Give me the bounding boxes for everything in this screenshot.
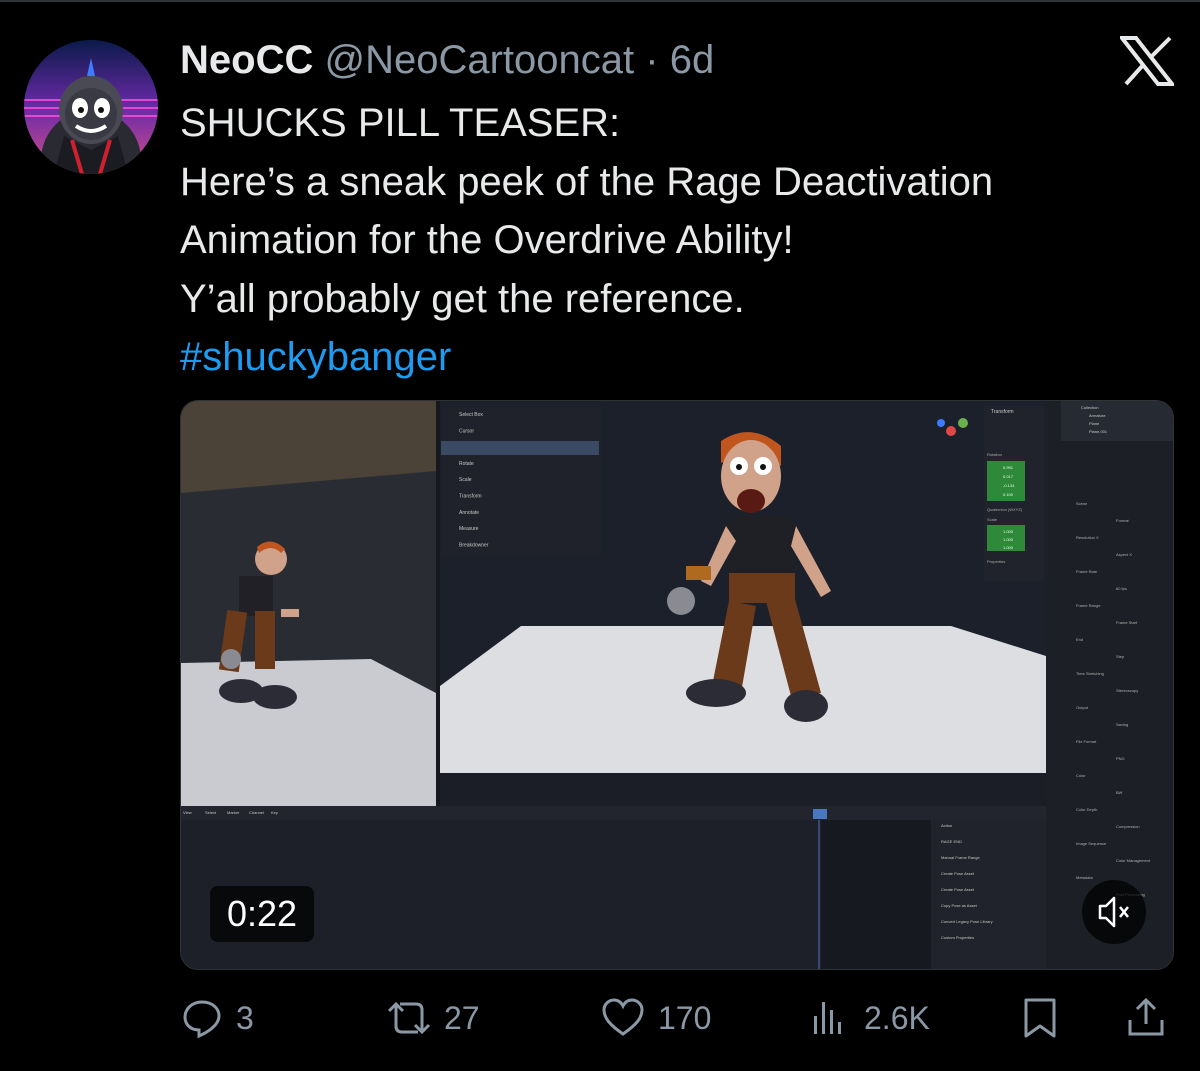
rotation-value: -0.134: [1003, 483, 1015, 488]
property-label: Saving: [1116, 722, 1128, 727]
property-label: 60 fps: [1116, 586, 1127, 591]
scale-label: Scale: [987, 517, 998, 522]
author-name[interactable]: NeoCC: [180, 38, 313, 82]
tool-item: Measure: [459, 526, 479, 532]
tool-item: Transform: [459, 494, 482, 500]
timeline-menu-item: Select: [205, 810, 217, 815]
views-count: 2.6K: [864, 999, 930, 1036]
scale-value: 1.000: [1003, 537, 1014, 542]
post-text-line: Animation for the Overdrive Ability!: [180, 218, 794, 263]
action-panel-item: Convert Legacy Pose Library: [941, 919, 993, 924]
views-button[interactable]: 2.6K: [808, 996, 930, 1040]
property-label: PNG: [1116, 756, 1125, 761]
video-timestamp: 0:22: [210, 886, 314, 942]
property-label: Color Management: [1116, 858, 1151, 863]
tool-item: Annotate: [459, 510, 479, 516]
outliner-item: Plane.001: [1089, 429, 1108, 434]
property-label: Color: [1076, 773, 1086, 778]
like-button[interactable]: 170: [600, 996, 711, 1040]
post-header: NeoCC @NeoCartooncat · 6d: [180, 36, 714, 84]
reply-icon: [183, 1000, 221, 1039]
action-panel-item: RAGE END: [941, 839, 962, 844]
bookmark-icon: [1024, 998, 1056, 1038]
like-count: 170: [658, 999, 712, 1036]
timeline-menu-item: View: [183, 810, 192, 815]
property-label: Frame Range: [1076, 603, 1101, 608]
timeline-menu-item: Key: [271, 810, 278, 815]
action-panel-item: Create Pose Asset: [941, 887, 975, 892]
repost-button[interactable]: 27: [386, 996, 480, 1040]
scale-value: 1.000: [1003, 529, 1014, 534]
quaternion-label: Quaternion (WXYZ): [987, 507, 1023, 512]
transform-header: Transform: [991, 409, 1014, 415]
outliner-item: Armature: [1089, 413, 1106, 418]
tool-item: Cursor: [459, 428, 474, 434]
property-label: Scene: [1076, 501, 1088, 506]
property-label: BW: [1116, 790, 1123, 795]
author-handle[interactable]: @NeoCartooncat: [324, 38, 634, 82]
action-panel-item: Action: [941, 823, 952, 828]
tool-item: Scale: [459, 477, 472, 483]
property-label: Image Sequence: [1076, 841, 1107, 846]
property-label: Resolution X: [1076, 535, 1099, 540]
video-frame: Select BoxCursorMoveRotateScaleTransform…: [181, 401, 1173, 969]
property-label: Aspect X: [1116, 552, 1132, 557]
post-age[interactable]: 6d: [670, 38, 715, 82]
share-icon: [1128, 997, 1164, 1036]
x-logo-icon[interactable]: [1117, 36, 1177, 86]
property-label: File Format: [1076, 739, 1097, 744]
scale-value: 1.000: [1003, 545, 1014, 550]
bookmark-button[interactable]: [1018, 996, 1062, 1040]
post-text: SHUCKS PILL TEASER: Here’s a sneak peek …: [180, 94, 1140, 387]
rotation-label: Rotation: [987, 452, 1002, 457]
outliner-item: Collection: [1081, 405, 1099, 410]
property-label: Step: [1116, 654, 1125, 659]
outliner-item: Plane: [1089, 421, 1100, 426]
timeline-menu-item: Marker: [227, 810, 240, 815]
post-text-line: Here’s a sneak peek of the Rage Deactiva…: [180, 159, 994, 204]
property-label: Compression: [1116, 824, 1140, 829]
properties-label: Properties: [987, 559, 1005, 564]
reply-count: 3: [236, 999, 254, 1036]
action-panel-item: Custom Properties: [941, 935, 974, 940]
post-text-line: Y’all probably get the reference.: [180, 276, 745, 321]
rotation-value: 0.017: [1003, 474, 1014, 479]
reply-button[interactable]: 3: [180, 996, 254, 1040]
like-icon: [602, 998, 644, 1036]
property-label: Frame Start: [1116, 620, 1138, 625]
hashtag-link[interactable]: #shuckybanger: [180, 328, 1140, 387]
property-label: Color Depth: [1076, 807, 1097, 812]
property-label: Output: [1076, 705, 1089, 710]
repost-icon: [387, 1001, 431, 1035]
video-player[interactable]: Select BoxCursorMoveRotateScaleTransform…: [180, 400, 1174, 970]
action-panel-item: Manual Frame Range: [941, 855, 980, 860]
tool-item: Select Box: [459, 412, 483, 418]
repost-count: 27: [444, 999, 480, 1036]
post-text-line: SHUCKS PILL TEASER:: [180, 101, 621, 145]
separator-dot: ·: [645, 38, 659, 82]
property-label: Format: [1116, 518, 1130, 523]
tool-item: Rotate: [459, 461, 474, 467]
mute-button[interactable]: [1082, 880, 1146, 944]
property-label: Stereoscopy: [1116, 688, 1138, 693]
avatar-art: [24, 40, 158, 174]
share-button[interactable]: [1124, 996, 1168, 1040]
property-label: Frame Rate: [1076, 569, 1098, 574]
mute-icon: [1098, 896, 1129, 928]
timeline-menu-item: Channel: [249, 810, 264, 815]
views-icon: [814, 1002, 841, 1034]
rotation-value: 0.991: [1003, 465, 1014, 470]
action-panel-item: Create Pose Asset: [941, 871, 975, 876]
action-panel-item: Copy Pose as Asset: [941, 903, 978, 908]
property-label: End: [1076, 637, 1083, 642]
tool-item: Breakdowner: [459, 542, 489, 548]
rotation-value: 0.100: [1003, 492, 1014, 497]
property-label: Time Stretching: [1076, 671, 1104, 676]
avatar[interactable]: [24, 40, 158, 174]
top-divider: [0, 0, 1200, 2]
